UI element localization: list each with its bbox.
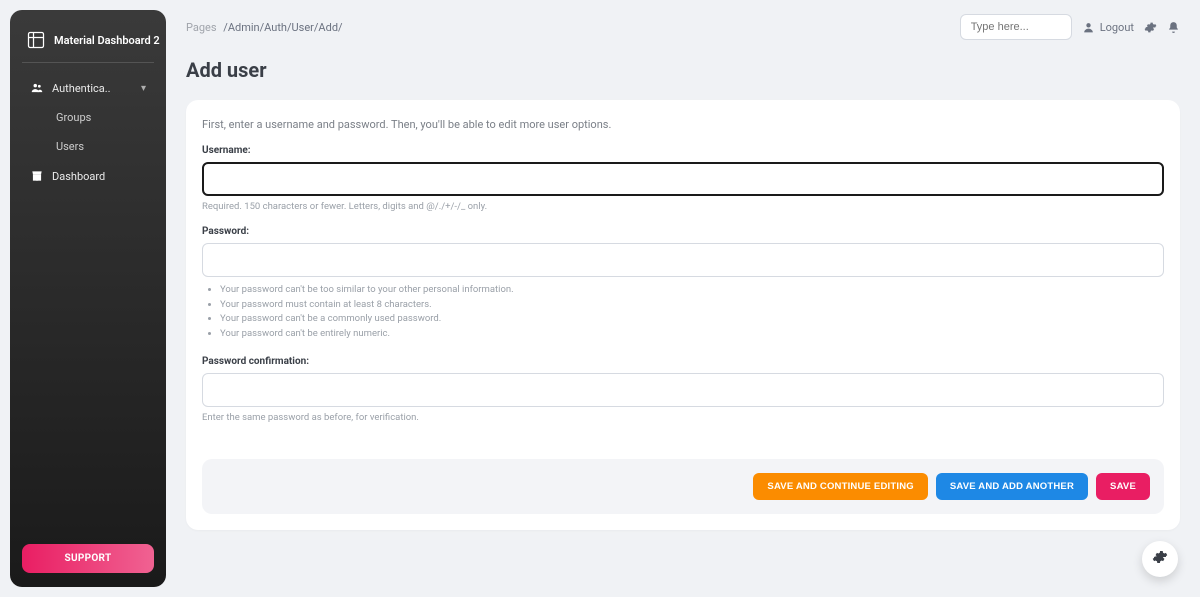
password-rule: Your password can't be a commonly used p…	[220, 312, 1164, 327]
sidebar-item-label: Authentica..	[52, 82, 111, 95]
sidebar-subitem-users[interactable]: Users	[22, 132, 154, 161]
topbar-right: Logout	[960, 14, 1180, 40]
users-icon	[30, 81, 44, 95]
save-button[interactable]: SAVE	[1096, 473, 1150, 500]
save-add-another-button[interactable]: SAVE AND ADD ANOTHER	[936, 473, 1088, 500]
form-intro: First, enter a username and password. Th…	[202, 118, 1164, 131]
password-rules: Your password can't be too similar to yo…	[202, 283, 1164, 342]
chevron-down-icon: ▾	[141, 83, 146, 94]
settings-fab[interactable]	[1142, 541, 1178, 577]
sidebar-item-authentication[interactable]: Authentica.. ▾	[22, 73, 154, 103]
form-card: First, enter a username and password. Th…	[186, 100, 1180, 530]
topbar: Pages /Admin/Auth/User/Add/ Logout	[186, 10, 1180, 44]
breadcrumb-path: /Admin/Auth/User/Add/	[223, 21, 342, 34]
support-button[interactable]: SUPPORT	[22, 544, 154, 573]
field-username: Username: Required. 150 characters or fe…	[202, 145, 1164, 212]
sidebar-nav: Authentica.. ▾ Groups Users Dashboard	[22, 73, 154, 544]
save-continue-button[interactable]: SAVE AND CONTINUE EDITING	[753, 473, 927, 500]
bell-icon[interactable]	[1167, 21, 1180, 34]
password-confirm-input[interactable]	[202, 373, 1164, 407]
brand-logo-icon	[26, 30, 46, 50]
field-password: Password: Your password can't be too sim…	[202, 226, 1164, 342]
password-rule: Your password must contain at least 8 ch…	[220, 298, 1164, 313]
password2-help: Enter the same password as before, for v…	[202, 412, 1164, 423]
main-content: Pages /Admin/Auth/User/Add/ Logout Add u…	[176, 0, 1200, 597]
logout-label: Logout	[1100, 21, 1134, 34]
gear-icon	[1152, 549, 1168, 569]
sidebar-item-dashboard[interactable]: Dashboard	[22, 161, 154, 191]
action-bar: SAVE AND CONTINUE EDITING SAVE AND ADD A…	[202, 459, 1164, 514]
password-input[interactable]	[202, 243, 1164, 277]
user-icon	[1082, 21, 1095, 34]
password-label: Password:	[202, 226, 1164, 237]
sidebar-subitem-label: Groups	[56, 111, 91, 124]
logout-button[interactable]: Logout	[1082, 21, 1134, 34]
password-rule: Your password can't be entirely numeric.	[220, 327, 1164, 342]
brand-title: Material Dashboard 2	[54, 34, 160, 47]
field-password-confirm: Password confirmation: Enter the same pa…	[202, 356, 1164, 423]
username-help: Required. 150 characters or fewer. Lette…	[202, 201, 1164, 212]
password-rule: Your password can't be too similar to yo…	[220, 283, 1164, 298]
gear-icon[interactable]	[1144, 21, 1157, 34]
brand[interactable]: Material Dashboard 2	[22, 24, 154, 63]
support-button-label: SUPPORT	[65, 553, 112, 564]
sidebar-subitem-groups[interactable]: Groups	[22, 103, 154, 132]
sidebar-item-label: Dashboard	[52, 170, 105, 183]
breadcrumb-root[interactable]: Pages	[186, 21, 217, 34]
username-label: Username:	[202, 145, 1164, 156]
username-input[interactable]	[202, 162, 1164, 196]
sidebar: Material Dashboard 2 Authentica.. ▾ Grou…	[10, 10, 166, 587]
page-title: Add user	[186, 58, 1180, 82]
breadcrumb: Pages /Admin/Auth/User/Add/	[186, 21, 343, 34]
password2-label: Password confirmation:	[202, 356, 1164, 367]
store-icon	[30, 169, 44, 183]
search-input[interactable]	[960, 14, 1072, 40]
sidebar-subitem-label: Users	[56, 140, 84, 153]
